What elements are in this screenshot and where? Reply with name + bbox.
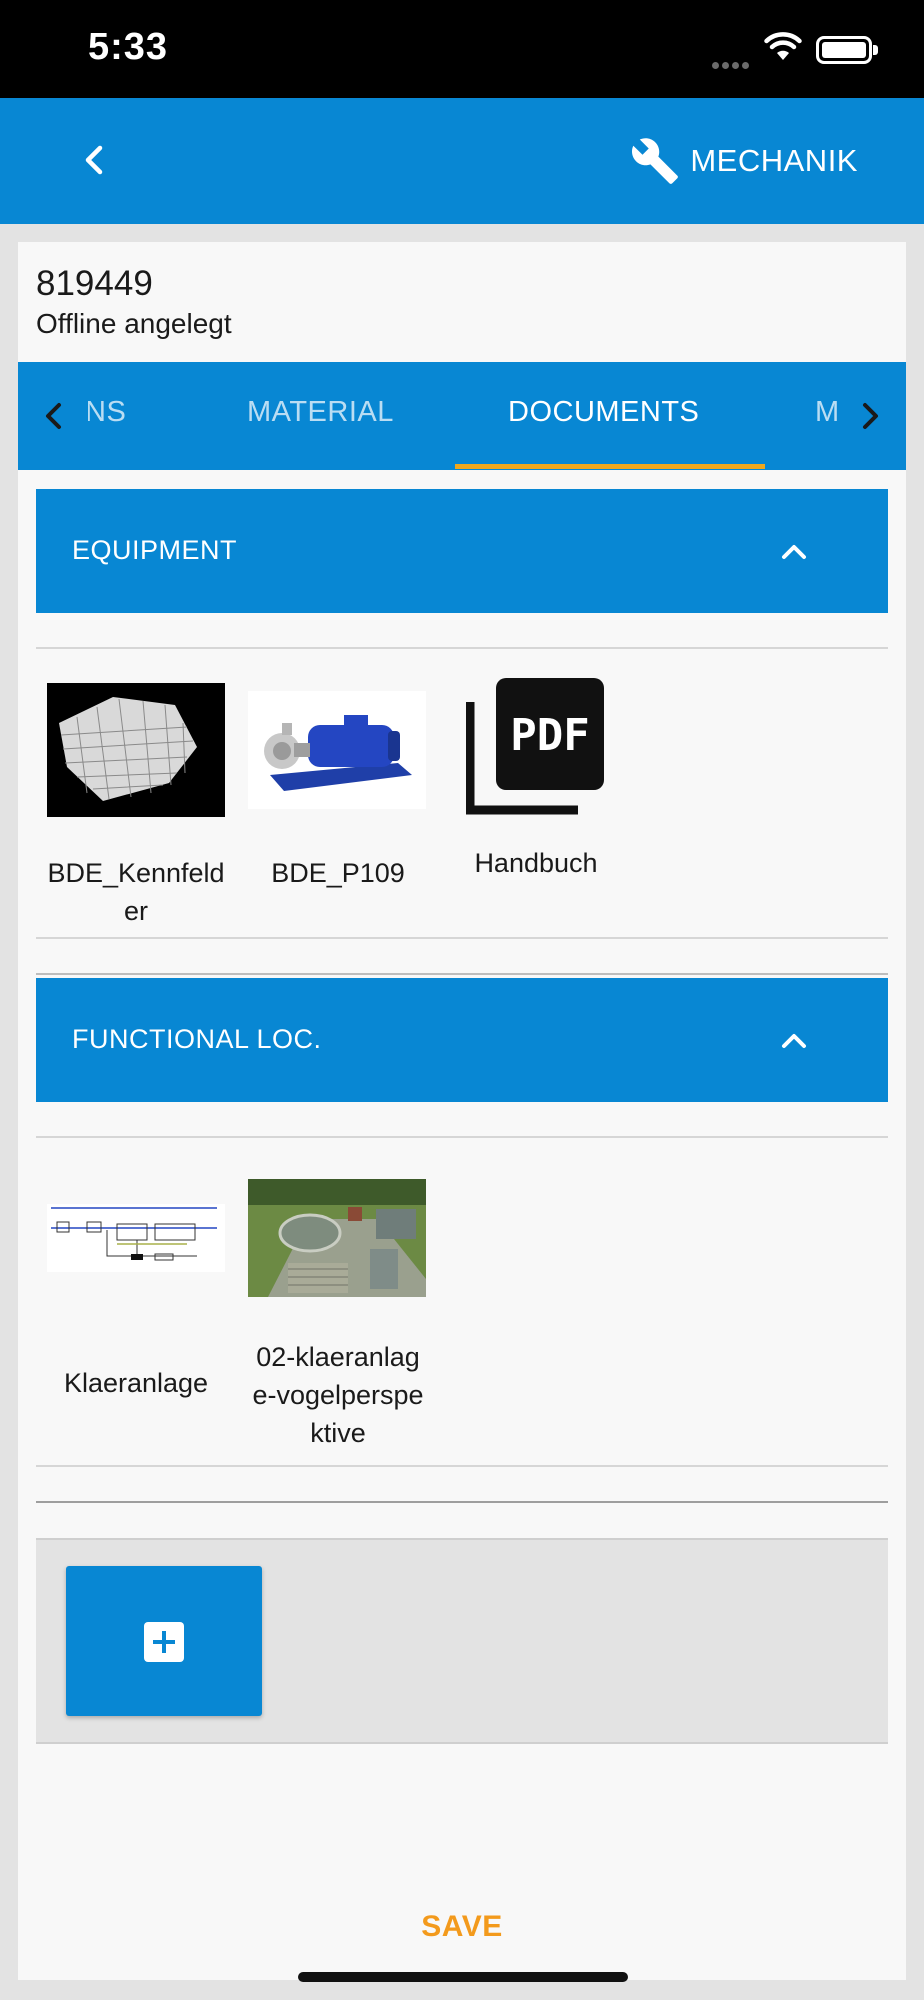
- back-button[interactable]: [74, 138, 114, 182]
- chevron-left-icon: [46, 403, 61, 429]
- app-bar: MECHANIK: [0, 98, 924, 224]
- divider: [36, 937, 888, 939]
- tab-scroll-right-button[interactable]: [850, 396, 890, 436]
- tab-material[interactable]: MATERIAL: [247, 396, 394, 429]
- chevron-up-icon: [782, 545, 806, 559]
- add-document-button[interactable]: [66, 1566, 262, 1716]
- chevron-up-icon: [782, 1034, 806, 1048]
- document-label: Handbuch: [474, 848, 598, 878]
- status-bar: 5:33: [0, 0, 924, 98]
- section-title: FUNCTIONAL LOC.: [72, 1024, 322, 1054]
- tab-documents[interactable]: DOCUMENTS: [508, 396, 699, 429]
- tab-measures[interactable]: MEASURES: [815, 396, 837, 429]
- role-label: MECHANIK: [690, 143, 858, 178]
- surface-plot-image: [47, 683, 225, 817]
- tab-bar: ONS MATERIAL DOCUMENTS MEASURES: [18, 362, 906, 470]
- status-time: 5:33: [88, 26, 169, 68]
- divider: [36, 1465, 888, 1467]
- wifi-icon: [764, 32, 802, 60]
- equipment-section-header[interactable]: EQUIPMENT: [36, 489, 888, 613]
- chevron-left-icon: [85, 145, 103, 175]
- svg-text:PDF: PDF: [510, 710, 589, 761]
- save-button[interactable]: SAVE: [18, 1910, 906, 1944]
- pump-image: [248, 691, 426, 809]
- document-label: Klaeranlage: [63, 1368, 209, 1398]
- divider: [36, 1501, 888, 1503]
- battery-icon: [816, 36, 878, 64]
- document-label: BDE_P109: [271, 858, 405, 888]
- divider: [36, 1136, 888, 1138]
- pdf-icon: PDF: [465, 674, 608, 818]
- wrench-icon: [632, 138, 679, 184]
- home-indicator: [298, 1972, 628, 1982]
- process-diagram-image: [47, 1204, 225, 1272]
- aerial-photo-image: [248, 1179, 426, 1297]
- add-document-area: [36, 1538, 888, 1744]
- chevron-right-icon: [863, 403, 878, 429]
- order-status: Offline angelegt: [36, 308, 232, 339]
- section-title: EQUIPMENT: [72, 535, 238, 565]
- divider: [36, 973, 888, 975]
- order-number: 819449: [36, 264, 153, 303]
- role-button[interactable]: MECHANIK: [630, 136, 858, 186]
- tab-operations[interactable]: ONS: [88, 396, 126, 429]
- work-order-card: 819449 Offline angelegt ONS MATERIAL DOC…: [18, 242, 906, 1980]
- cellular-signal-icon: [712, 56, 752, 74]
- document-label: BDE_Kennfeld er: [47, 858, 225, 926]
- divider: [36, 647, 888, 649]
- plus-icon: [144, 1622, 184, 1662]
- functional-location-section-header[interactable]: FUNCTIONAL LOC.: [36, 978, 888, 1102]
- tab-scroll-left-button[interactable]: [34, 396, 74, 436]
- document-label: 02-klaeranlag e-vogelperspe ktive: [252, 1342, 424, 1448]
- active-tab-indicator: [455, 464, 765, 469]
